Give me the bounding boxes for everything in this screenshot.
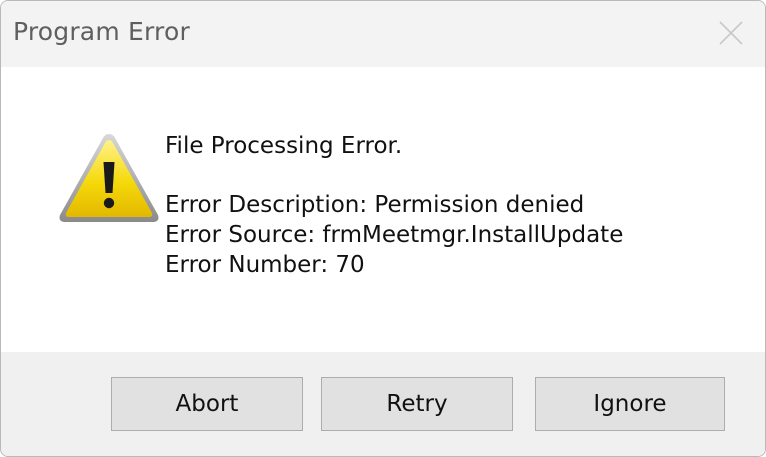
ignore-button[interactable]: Ignore: [535, 377, 725, 431]
error-heading: File Processing Error.: [165, 133, 403, 159]
error-source: Error Source: frmMeetmgr.InstallUpdate: [165, 222, 624, 248]
error-number: Error Number: 70: [165, 252, 365, 278]
abort-button[interactable]: Abort: [111, 377, 303, 431]
error-message: File Processing Error. Error Description…: [165, 131, 623, 280]
button-bar: Abort Retry Ignore: [1, 352, 765, 456]
dialog-body: File Processing Error. Error Description…: [1, 67, 765, 352]
close-icon: [719, 21, 743, 45]
warning-triangle-icon: [59, 134, 159, 222]
error-description: Error Description: Permission denied: [165, 192, 585, 218]
retry-button[interactable]: Retry: [321, 377, 513, 431]
title-bar[interactable]: Program Error: [1, 1, 765, 67]
error-dialog: Program Error File Processing Error. Err…: [0, 0, 766, 457]
dialog-title: Program Error: [13, 17, 190, 46]
close-button[interactable]: [707, 9, 755, 57]
